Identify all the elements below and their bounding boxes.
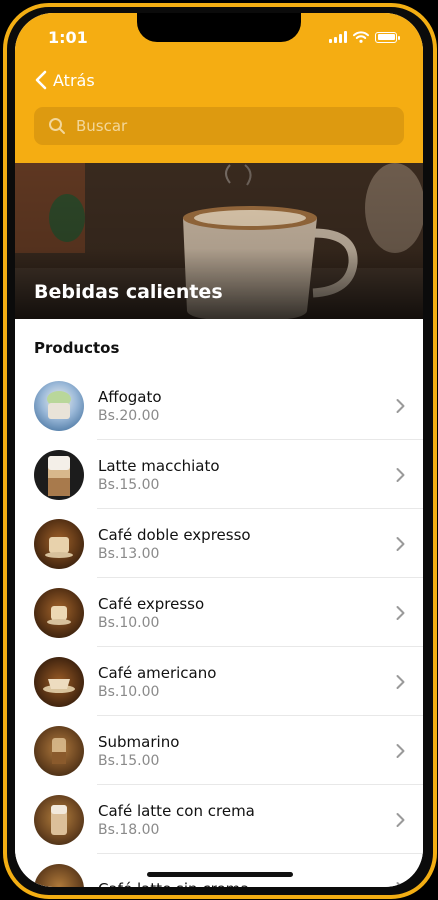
search-input[interactable]	[74, 116, 378, 136]
product-price: Bs.10.00	[98, 614, 160, 631]
product-name: Café latte sin crema	[98, 879, 423, 888]
product-row[interactable]: Café americano Bs.10.00	[15, 647, 423, 716]
status-icons	[329, 31, 400, 43]
status-time: 1:01	[48, 28, 88, 47]
device-notch	[137, 13, 301, 42]
back-label: Atrás	[53, 70, 95, 90]
chevron-right-icon	[396, 536, 405, 551]
search-icon	[49, 118, 65, 134]
product-row[interactable]: Latte macchiato Bs.15.00	[15, 440, 423, 509]
product-name: Café doble expresso	[98, 525, 251, 544]
chevron-right-icon	[396, 467, 405, 482]
product-thumbnail	[34, 863, 84, 887]
product-price: Bs.20.00	[98, 407, 160, 424]
back-button[interactable]: Atrás	[35, 70, 95, 90]
product-price: Bs.18.00	[98, 821, 160, 838]
products-section: Productos Affogato Bs.20.00 Latte macchi…	[15, 319, 423, 887]
chevron-right-icon	[396, 398, 405, 413]
battery-icon	[375, 31, 400, 43]
product-price: Bs.10.00	[98, 683, 160, 700]
product-row[interactable]: Submarino Bs.15.00	[15, 716, 423, 785]
chevron-right-icon	[396, 743, 405, 758]
product-price: Bs.15.00	[98, 752, 160, 769]
product-row[interactable]: Café latte con crema Bs.18.00	[15, 785, 423, 854]
product-thumbnail	[34, 449, 84, 500]
product-row[interactable]: Café doble expresso Bs.13.00	[15, 509, 423, 578]
search-bar[interactable]	[34, 107, 404, 145]
product-thumbnail	[34, 656, 84, 707]
wifi-icon	[353, 31, 369, 43]
product-name: Café expresso	[98, 594, 205, 613]
category-banner: Bebidas calientes	[15, 163, 423, 319]
product-thumbnail	[34, 380, 84, 431]
chevron-left-icon	[35, 70, 47, 90]
app-header: 1:01 Atrás	[15, 13, 423, 163]
section-title: Productos	[34, 339, 120, 357]
product-price: Bs.13.00	[98, 545, 160, 562]
product-name: Café americano	[98, 663, 217, 682]
category-title: Bebidas calientes	[34, 281, 223, 303]
home-indicator[interactable]	[147, 872, 293, 877]
product-name: Submarino	[98, 732, 180, 751]
chevron-right-icon	[396, 881, 404, 887]
product-thumbnail	[34, 518, 84, 569]
product-thumbnail	[34, 587, 84, 638]
product-list: Affogato Bs.20.00 Latte macchiato Bs.15.…	[15, 371, 423, 887]
product-row[interactable]: Café expresso Bs.10.00	[15, 578, 423, 647]
product-price: Bs.15.00	[98, 476, 160, 493]
signal-icon	[329, 31, 347, 43]
chevron-right-icon	[396, 605, 405, 620]
product-name: Café latte con crema	[98, 801, 255, 820]
chevron-right-icon	[396, 812, 405, 827]
product-row[interactable]: Café latte sin crema	[15, 854, 423, 887]
app-screen: 1:01 Atrás Buscar Bebidas calientes Prod…	[15, 13, 423, 887]
product-row[interactable]: Affogato Bs.20.00	[15, 371, 423, 440]
product-thumbnail	[34, 725, 84, 776]
product-name: Affogato	[98, 387, 162, 406]
chevron-right-icon	[396, 674, 405, 689]
product-thumbnail	[34, 794, 84, 845]
product-name: Latte macchiato	[98, 456, 220, 475]
